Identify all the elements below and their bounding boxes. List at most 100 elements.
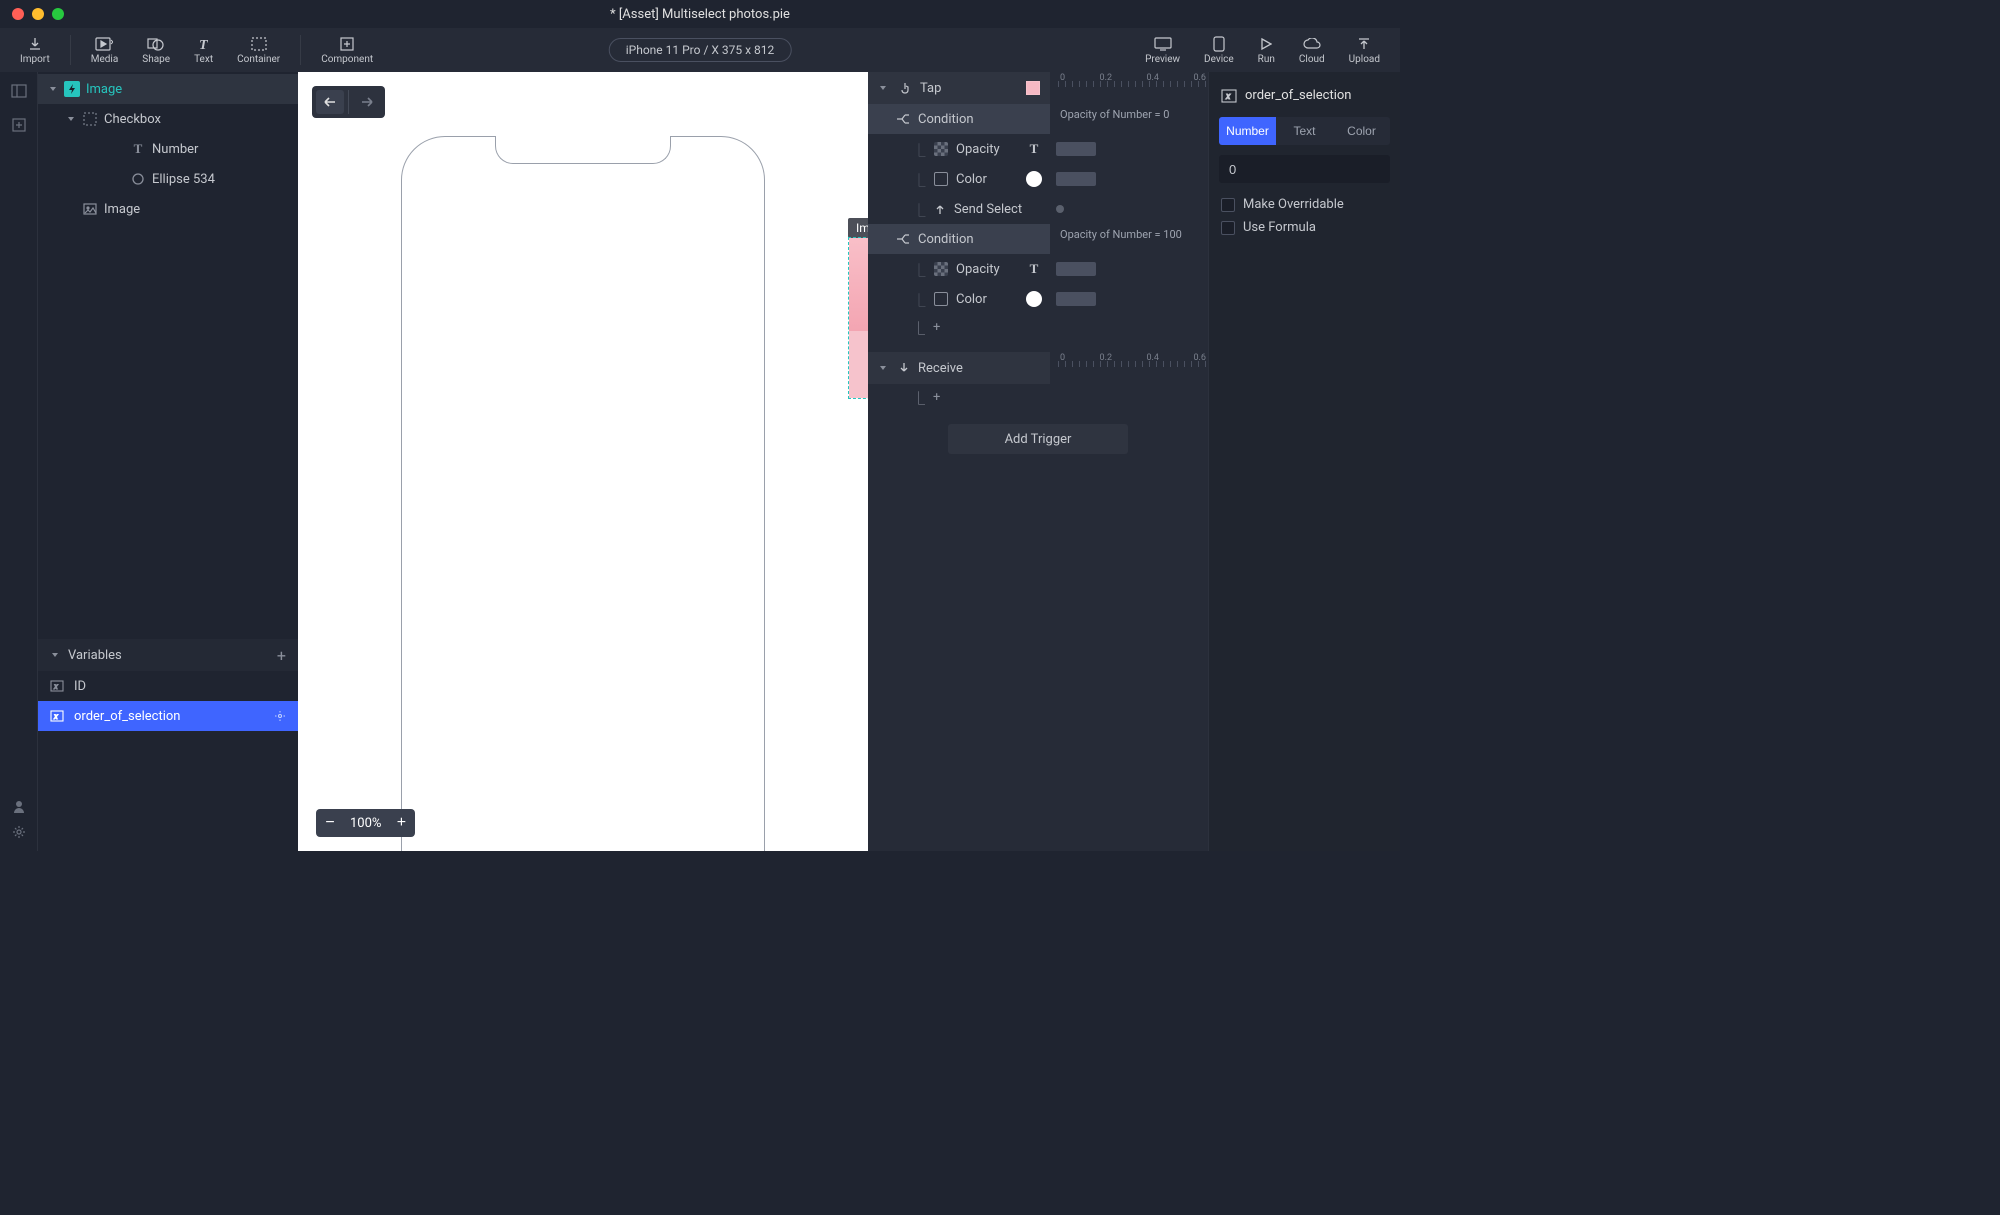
run-button[interactable]: Run [1248, 28, 1285, 72]
layer-label: Ellipse 534 [152, 172, 215, 187]
minimize-window-button[interactable] [32, 8, 44, 20]
import-button[interactable]: Import [10, 28, 60, 72]
titlebar: * [Asset] Multiselect photos.pie [0, 0, 1400, 28]
pantone-title: PANTONE [849, 363, 868, 374]
action-color-2[interactable]: ⎿ Color [868, 284, 1050, 314]
caret-down-icon [48, 84, 58, 94]
variable-order-of-selection[interactable]: x order_of_selection [38, 701, 298, 731]
nav-history [312, 86, 385, 118]
device-selector[interactable]: iPhone 11 Pro / X 375 x 812 [609, 38, 792, 62]
caret-down-icon [66, 114, 76, 124]
zoom-in-ctrl[interactable]: + [389, 811, 413, 835]
timeline-segment[interactable] [1056, 292, 1096, 306]
upload-button[interactable]: Upload [1339, 28, 1390, 72]
color-swatch-white[interactable] [1026, 291, 1042, 307]
zoom-value: 100% [342, 816, 389, 831]
settings-icon[interactable] [12, 825, 26, 839]
device-button[interactable]: Device [1194, 28, 1244, 72]
variable-id[interactable]: x ID [38, 671, 298, 701]
trigger-color-swatch[interactable] [1026, 81, 1040, 95]
close-window-button[interactable] [12, 8, 24, 20]
action-condition-2[interactable]: Condition [868, 224, 1050, 254]
action-color-1[interactable]: ⎿ Color [868, 164, 1050, 194]
seg-text[interactable]: Text [1276, 117, 1333, 145]
zoom-control: − 100% + [316, 809, 415, 837]
variable-icon: x [1221, 89, 1237, 103]
condition-text-1: Opacity of Number = 0 [1050, 104, 1208, 134]
layer-image-root[interactable]: Image [38, 74, 298, 104]
container-button[interactable]: Container [227, 28, 290, 72]
layer-ellipse[interactable]: Ellipse 534 [38, 164, 298, 194]
add-action-button[interactable]: ⎿ + [868, 314, 1050, 340]
timeline-ruler[interactable]: 0 0.2 0.4 0.6 [1058, 72, 1208, 96]
properties-panel: x order_of_selection Number Text Color M… [1208, 72, 1400, 851]
forward-button[interactable] [353, 90, 381, 114]
variable-label: ID [74, 679, 86, 694]
maximize-window-button[interactable] [52, 8, 64, 20]
preview-button[interactable]: Preview [1135, 28, 1190, 72]
variable-icon: x [50, 679, 64, 693]
layer-image[interactable]: Image [38, 194, 298, 224]
component-button[interactable]: Component [311, 28, 383, 72]
zoom-out-ctrl[interactable]: − [318, 811, 342, 835]
add-variable-button[interactable]: + [277, 646, 286, 665]
media-button[interactable]: Media [81, 28, 129, 72]
shape-icon [147, 35, 165, 53]
timeline-keyframe[interactable] [1056, 205, 1064, 213]
value-input[interactable] [1219, 155, 1390, 183]
svg-text:T: T [199, 38, 209, 51]
timeline-segment[interactable] [1056, 142, 1096, 156]
add-layer-icon[interactable] [12, 118, 26, 132]
download-icon [27, 35, 43, 53]
upload-icon [1357, 35, 1371, 53]
user-icon[interactable] [12, 799, 26, 813]
action-opacity-2[interactable]: ⎿ Opacity T [868, 254, 1050, 284]
container-icon [251, 35, 267, 53]
type-segmented-control: Number Text Color [1219, 117, 1390, 145]
variables-header[interactable]: Variables + [38, 639, 298, 671]
trigger-receive-header[interactable]: Receive [868, 352, 1050, 384]
property-title: x order_of_selection [1209, 82, 1400, 117]
device-notch [495, 136, 671, 164]
shape-button[interactable]: Shape [132, 28, 180, 72]
back-button[interactable] [316, 90, 344, 114]
triggers-panel: Tap 0 0.2 0.4 0.6 [868, 72, 1208, 851]
timeline-segment[interactable] [1056, 262, 1096, 276]
text-button[interactable]: T Text [184, 28, 223, 72]
checkbox-icon [1221, 198, 1235, 212]
document-title: * [Asset] Multiselect photos.pie [610, 7, 790, 22]
seg-number[interactable]: Number [1219, 117, 1276, 145]
trigger-tap-header[interactable]: Tap [868, 72, 1050, 104]
svg-text:x: x [1225, 92, 1231, 102]
color-swatch-white[interactable] [1026, 171, 1042, 187]
panel-toggle-icon[interactable] [11, 84, 27, 98]
action-condition-1[interactable]: Condition [868, 104, 1050, 134]
caret-down-icon [878, 83, 890, 93]
image-icon [82, 201, 98, 217]
seg-color[interactable]: Color [1333, 117, 1390, 145]
make-overridable-checkbox[interactable]: Make Overridable [1209, 193, 1400, 216]
cloud-button[interactable]: Cloud [1289, 28, 1335, 72]
main-toolbar: Import Media Shape T Text Container Comp… [0, 28, 1400, 72]
tap-gesture-icon [898, 81, 912, 95]
add-receive-action-button[interactable]: ⎿ + [868, 384, 1050, 410]
ellipse-icon [130, 171, 146, 187]
timeline-ruler[interactable]: 0 0.2 0.4 0.6 [1058, 352, 1208, 376]
canvas[interactable]: Image PANTONE 691 − 100% + [298, 72, 868, 851]
opacity-icon [934, 142, 948, 156]
svg-text:x: x [53, 712, 58, 721]
timeline-segment[interactable] [1056, 172, 1096, 186]
component-badge-icon [64, 81, 80, 97]
use-formula-checkbox[interactable]: Use Formula [1209, 216, 1400, 239]
plus-box-icon [340, 35, 354, 53]
condition-text-2: Opacity of Number = 100 [1050, 224, 1208, 254]
settings-mini-icon[interactable] [274, 710, 286, 722]
action-opacity-1[interactable]: ⎿ Opacity T [868, 134, 1050, 164]
action-send-select[interactable]: ⎿ Send Select [868, 194, 1050, 224]
selected-element[interactable]: PANTONE 691 [848, 237, 868, 399]
layer-number[interactable]: T Number [38, 134, 298, 164]
add-trigger-button[interactable]: Add Trigger [948, 424, 1128, 454]
layer-checkbox[interactable]: Checkbox [38, 104, 298, 134]
layer-label: Image [104, 202, 140, 217]
cloud-icon [1303, 35, 1321, 53]
